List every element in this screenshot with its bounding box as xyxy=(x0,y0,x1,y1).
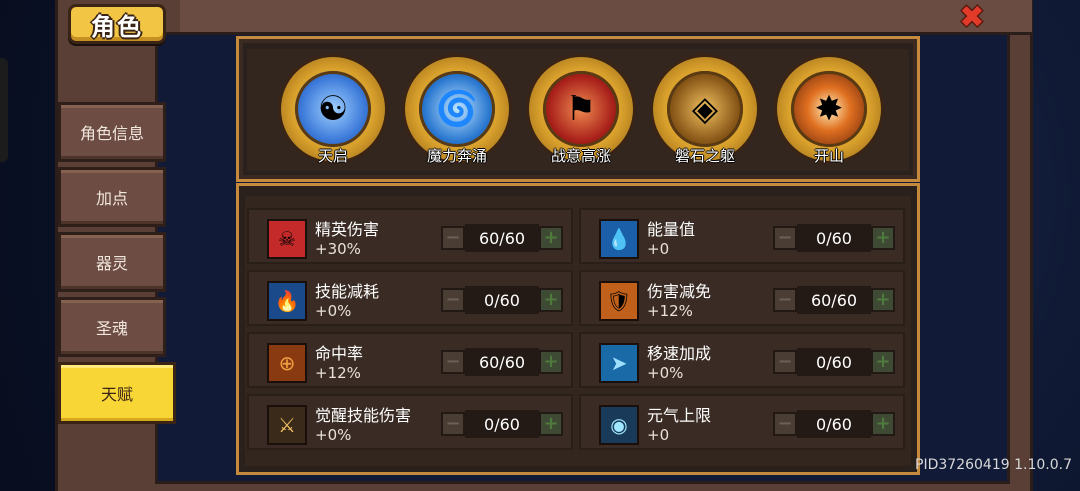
minus-button[interactable]: − xyxy=(773,226,797,250)
skill-slot[interactable]: 🌀 魔力奔涌 xyxy=(401,57,513,169)
nav-item-add-points[interactable]: 加点 xyxy=(58,167,166,227)
stat-name: 技能减耗 xyxy=(315,282,380,301)
skill-name: 磐石之躯 xyxy=(674,147,735,165)
plus-button[interactable]: + xyxy=(539,412,563,436)
stats-panel: ☠ 精英伤害 +30% − 60/60 + 💧 能量值 +0 − 0/60 + … xyxy=(236,183,920,475)
stat-value: +12% xyxy=(315,364,361,382)
stat-row-elite-damage: ☠ 精英伤害 +30% − 60/60 + xyxy=(247,208,573,264)
stat-name: 移速加成 xyxy=(647,344,712,363)
point-count: 0/60 xyxy=(797,348,871,376)
minus-button[interactable]: − xyxy=(441,412,465,436)
stat-name: 觉醒技能伤害 xyxy=(315,406,412,425)
point-stepper: − 0/60 + xyxy=(773,348,895,376)
point-stepper: − 60/60 + xyxy=(441,224,563,252)
point-count: 60/60 xyxy=(797,286,871,314)
minus-button[interactable]: − xyxy=(441,288,465,312)
crosshair-icon: ⊕ xyxy=(267,343,307,383)
stat-row-vitality-cap: ◉ 元气上限 +0 − 0/60 + xyxy=(579,394,905,450)
skill-slot[interactable]: ◈ 磐石之躯 xyxy=(649,57,761,169)
sword-icon: ⚔ xyxy=(267,405,307,445)
skills-panel: ☯ 天启 🌀 魔力奔涌 ⚑ 战意高涨 ◈ 磐石之躯 ✸ 开山 xyxy=(236,36,920,182)
meditation-icon: ☯ xyxy=(295,71,371,147)
nav-item-character-info[interactable]: 角色信息 xyxy=(58,102,166,162)
page-title-tab: 角色 xyxy=(68,4,166,44)
skill-slot[interactable]: ⚑ 战意高涨 xyxy=(525,57,637,169)
nav-label: 器灵 xyxy=(95,254,128,273)
skill-name: 魔力奔涌 xyxy=(426,147,487,165)
stat-name: 精英伤害 xyxy=(315,220,380,239)
orb-icon: ◉ xyxy=(599,405,639,445)
minus-button[interactable]: − xyxy=(441,350,465,374)
close-button[interactable]: ✖ xyxy=(952,0,992,35)
stat-row-awaken-damage: ⚔ 觉醒技能伤害 +0% − 0/60 + xyxy=(247,394,573,450)
point-count: 0/60 xyxy=(465,410,539,438)
stat-row-skill-cost: 🔥 技能减耗 +0% − 0/60 + xyxy=(247,270,573,326)
nav-label: 角色信息 xyxy=(79,124,144,143)
edge-notch xyxy=(0,58,8,162)
stat-value: +0 xyxy=(647,426,670,444)
skill-name: 开山 xyxy=(813,147,844,165)
stat-row-hit-rate: ⊕ 命中率 +12% − 60/60 + xyxy=(247,332,573,388)
skill-name: 战意高涨 xyxy=(550,147,611,165)
nav-item-spirit-weapon[interactable]: 器灵 xyxy=(58,232,166,292)
point-count: 0/60 xyxy=(797,224,871,252)
stone-body-icon: ◈ xyxy=(667,71,743,147)
point-stepper: − 0/60 + xyxy=(773,410,895,438)
plus-button[interactable]: + xyxy=(871,350,895,374)
stat-row-move-speed: ➤ 移速加成 +0% − 0/60 + xyxy=(579,332,905,388)
point-count: 60/60 xyxy=(465,348,539,376)
stat-value: +0% xyxy=(647,364,684,382)
skill-name: 天启 xyxy=(317,147,348,165)
stat-row-damage-reduction: 🛡 伤害减免 +12% − 60/60 + xyxy=(579,270,905,326)
demon-skull-icon: ☠ xyxy=(267,219,307,259)
stat-value: +0 xyxy=(647,240,670,258)
stat-value: +0% xyxy=(315,302,352,320)
point-stepper: − 0/60 + xyxy=(773,224,895,252)
nav-label: 圣魂 xyxy=(95,319,128,338)
nav-item-talent[interactable]: 天赋 xyxy=(58,362,176,424)
window-top-bar xyxy=(180,0,1032,35)
stat-value: +0% xyxy=(315,426,352,444)
mana-swirl-icon: 🌀 xyxy=(419,71,495,147)
point-count: 0/60 xyxy=(797,410,871,438)
build-info: PID37260419 1.10.0.7 xyxy=(915,457,1072,473)
point-stepper: − 60/60 + xyxy=(441,348,563,376)
side-nav: 角色信息 加点 器灵 圣魂 天赋 xyxy=(58,102,176,429)
stat-name: 伤害减免 xyxy=(647,282,712,301)
energy-drop-icon: 💧 xyxy=(599,219,639,259)
blue-flame-icon: 🔥 xyxy=(267,281,307,321)
page-title: 角色 xyxy=(91,12,143,41)
point-stepper: − 60/60 + xyxy=(773,286,895,314)
minus-button[interactable]: − xyxy=(441,226,465,250)
skill-slot[interactable]: ☯ 天启 xyxy=(277,57,389,169)
boot-icon: ➤ xyxy=(599,343,639,383)
stat-name: 元气上限 xyxy=(647,406,712,425)
plus-button[interactable]: + xyxy=(539,226,563,250)
shield-icon: 🛡 xyxy=(599,281,639,321)
war-flag-icon: ⚑ xyxy=(543,71,619,147)
minus-button[interactable]: − xyxy=(773,288,797,312)
plus-button[interactable]: + xyxy=(539,288,563,312)
plus-button[interactable]: + xyxy=(539,350,563,374)
skill-slot[interactable]: ✸ 开山 xyxy=(773,57,885,169)
stat-value: +30% xyxy=(315,240,361,258)
nav-label: 加点 xyxy=(95,189,128,208)
stat-name: 能量值 xyxy=(647,220,696,239)
point-stepper: − 0/60 + xyxy=(441,286,563,314)
stat-row-energy: 💧 能量值 +0 − 0/60 + xyxy=(579,208,905,264)
close-icon: ✖ xyxy=(959,0,985,35)
point-count: 0/60 xyxy=(465,286,539,314)
stat-name: 命中率 xyxy=(315,344,364,363)
minus-button[interactable]: − xyxy=(773,350,797,374)
nav-label: 天赋 xyxy=(100,385,133,404)
plus-button[interactable]: + xyxy=(871,412,895,436)
minus-button[interactable]: − xyxy=(773,412,797,436)
plus-button[interactable]: + xyxy=(871,288,895,312)
point-stepper: − 0/60 + xyxy=(441,410,563,438)
plus-button[interactable]: + xyxy=(871,226,895,250)
stat-value: +12% xyxy=(647,302,693,320)
point-count: 60/60 xyxy=(465,224,539,252)
nav-item-holy-soul[interactable]: 圣魂 xyxy=(58,297,166,357)
mountain-split-icon: ✸ xyxy=(791,71,867,147)
